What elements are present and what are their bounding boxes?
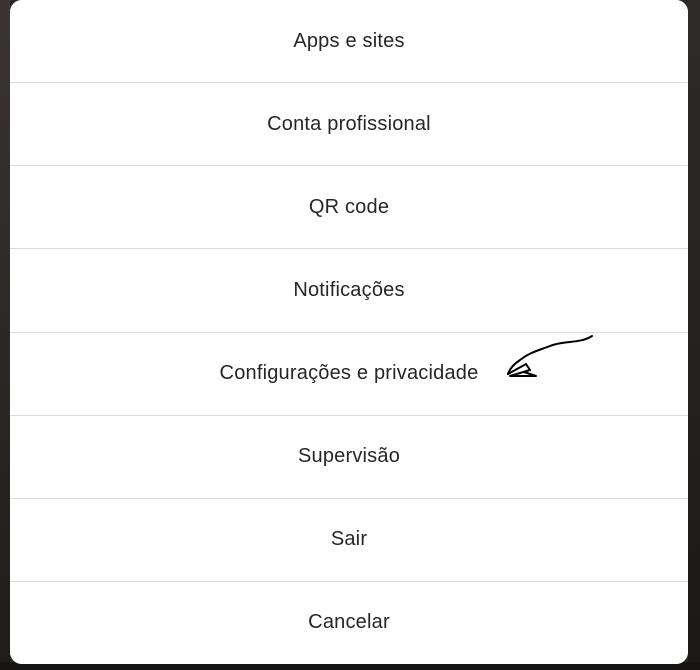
menu-item-notificacoes[interactable]: Notificações xyxy=(10,249,688,333)
menu-item-cancelar[interactable]: Cancelar xyxy=(10,581,688,664)
menu-item-label: QR code xyxy=(308,195,390,218)
menu-item-configuracoes-e-privacidade[interactable]: Configurações e privacidade xyxy=(10,332,688,416)
menu-item-sair[interactable]: Sair xyxy=(10,498,688,582)
menu-item-label: Cancelar xyxy=(308,611,390,634)
menu-item-apps-e-sites[interactable]: Apps e sites xyxy=(10,0,688,84)
options-menu-dialog: Apps e sites Conta profissional QR code … xyxy=(10,0,688,664)
backdrop-right xyxy=(688,0,700,670)
menu-item-conta-profissional[interactable]: Conta profissional xyxy=(10,83,688,167)
menu-item-label: Supervisão xyxy=(297,445,401,468)
backdrop-left xyxy=(0,0,10,670)
menu-item-qr-code[interactable]: QR code xyxy=(10,166,688,250)
menu-item-supervisao[interactable]: Supervisão xyxy=(10,415,688,499)
menu-item-label: Configurações e privacidade xyxy=(219,362,479,385)
menu-item-label: Apps e sites xyxy=(293,29,405,52)
menu-item-label: Notificações xyxy=(293,278,405,301)
menu-item-label: Conta profissional xyxy=(267,112,431,135)
menu-item-label: Sair xyxy=(330,528,368,551)
